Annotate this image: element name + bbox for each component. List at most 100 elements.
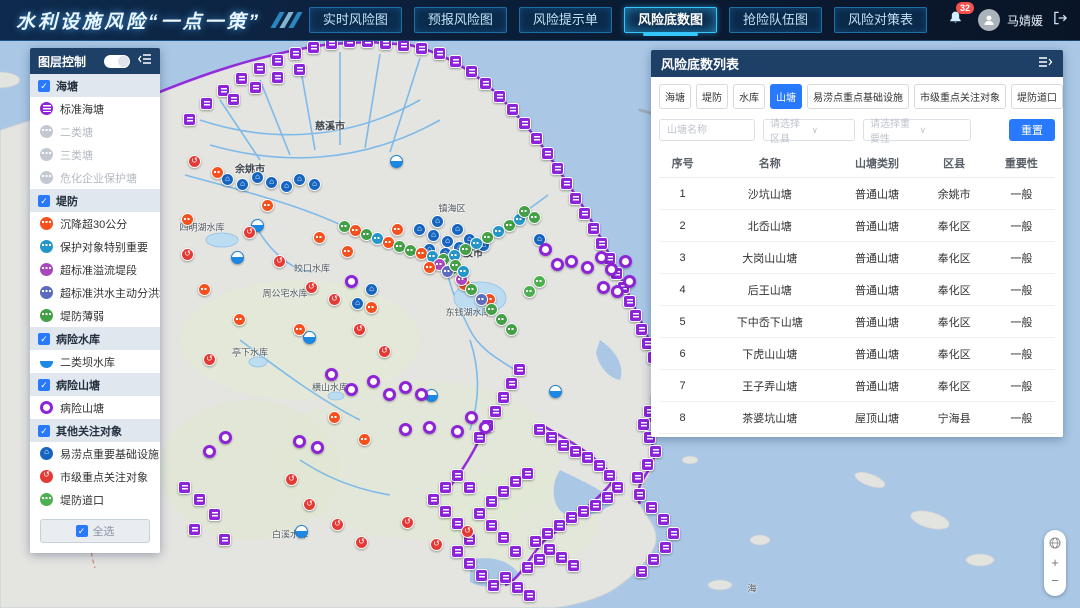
map-marker-pr[interactable] [451, 425, 464, 438]
table-row[interactable]: 2北岙山塘普通山塘奉化区一般 [659, 210, 1055, 242]
map-marker-sw[interactable] [485, 495, 498, 508]
map-marker-sw[interactable] [489, 405, 502, 418]
map-marker-sw[interactable] [473, 507, 486, 520]
map-marker-sw[interactable] [649, 445, 662, 458]
map-marker-sw[interactable] [521, 467, 534, 480]
map-marker-sw[interactable] [271, 71, 284, 84]
checkbox-checked-icon[interactable]: ✓ [38, 379, 50, 391]
map-marker-fp[interactable] [293, 173, 306, 186]
map-marker-sw[interactable] [659, 541, 672, 554]
layer-item-易涝点重要基础设施[interactable]: 易涝点重要基础设施 [30, 442, 160, 465]
map-marker-sw[interactable] [569, 192, 582, 205]
tab-易涝点重点基础设施[interactable]: 易涝点重点基础设施 [807, 84, 909, 109]
map-marker-cf[interactable] [355, 536, 368, 549]
map-marker-pr[interactable] [595, 251, 608, 264]
zoom-in-button[interactable]: + [1047, 554, 1063, 572]
layer-item-市级重点关注对象[interactable]: 市级重点关注对象 [30, 465, 160, 488]
map-marker-sw[interactable] [439, 505, 452, 518]
layer-item-二类坝水库[interactable]: 二类坝水库 [30, 350, 160, 373]
map-marker-pr[interactable] [597, 281, 610, 294]
checkbox-checked-icon[interactable]: ✓ [38, 425, 50, 437]
map-marker-sw[interactable] [641, 458, 654, 471]
map-marker-os[interactable] [181, 213, 194, 226]
map-marker-sw[interactable] [631, 471, 644, 484]
map-marker-cf[interactable] [353, 323, 366, 336]
map-marker-cf[interactable] [331, 518, 344, 531]
nav-button-实时风险图[interactable]: 实时风险图 [309, 7, 402, 33]
nav-button-风险底数图[interactable]: 风险底数图 [624, 7, 717, 33]
map-marker-sw[interactable] [293, 63, 306, 76]
map-marker-cf[interactable] [430, 538, 443, 551]
map-marker-sw[interactable] [178, 481, 191, 494]
map-marker-pr[interactable] [345, 383, 358, 396]
map-marker-pr[interactable] [611, 285, 624, 298]
layer-item-超标准溢流堤段[interactable]: 超标准溢流堤段 [30, 258, 160, 281]
map-locate-icon[interactable] [1047, 536, 1063, 554]
map-marker-fp[interactable] [351, 297, 364, 310]
map-marker-sw[interactable] [183, 113, 196, 126]
layer-item-三类塘[interactable]: 三类塘 [30, 143, 160, 166]
map-marker-sw[interactable] [433, 47, 446, 60]
map-marker-sw[interactable] [521, 561, 534, 574]
layer-item-标准海塘[interactable]: 标准海塘 [30, 97, 160, 120]
map-marker-sw[interactable] [667, 527, 680, 540]
nav-button-风险提示单[interactable]: 风险提示单 [519, 7, 612, 33]
map-marker-sw[interactable] [635, 565, 648, 578]
map-marker-pr[interactable] [219, 431, 232, 444]
map-marker-sw[interactable] [497, 391, 510, 404]
map-marker-sw[interactable] [463, 481, 476, 494]
tab-水库[interactable]: 水库 [733, 84, 765, 109]
layer-item-危化企业保护塘[interactable]: 危化企业保护塘 [30, 166, 160, 189]
map-marker-sw[interactable] [505, 377, 518, 390]
map-marker-pr[interactable] [623, 275, 636, 288]
map-marker-fp[interactable] [251, 171, 264, 184]
map-marker-sw[interactable] [188, 523, 201, 536]
map-marker-pr[interactable] [399, 423, 412, 436]
map-marker-sw[interactable] [499, 571, 512, 584]
map-marker-cf[interactable] [305, 281, 318, 294]
map-marker-sw[interactable] [227, 93, 240, 106]
layer-item-病险山塘[interactable]: 病险山塘 [30, 396, 160, 419]
map-marker-fp[interactable] [308, 178, 321, 191]
map-marker-sw[interactable] [577, 505, 590, 518]
map-marker-pr[interactable] [539, 243, 552, 256]
map-marker-sw[interactable] [249, 81, 262, 94]
map-marker-sw[interactable] [529, 535, 542, 548]
map-marker-sw[interactable] [497, 531, 510, 544]
layer-item-二类塘[interactable]: 二类塘 [30, 120, 160, 143]
map-marker-pr[interactable] [605, 263, 618, 276]
logout-icon[interactable] [1053, 11, 1068, 30]
map-marker-sw[interactable] [635, 323, 648, 336]
table-row[interactable]: 7王子弄山塘普通山塘奉化区一般 [659, 370, 1055, 402]
collapse-left-icon[interactable] [138, 52, 152, 70]
map-marker-sw[interactable] [647, 553, 660, 566]
table-row[interactable]: 3大岗山山塘普通山塘奉化区一般 [659, 242, 1055, 274]
map-marker-gg[interactable] [523, 285, 536, 298]
table-row[interactable]: 6下虎山山塘普通山塘奉化区一般 [659, 338, 1055, 370]
map-marker-cf[interactable] [461, 525, 474, 538]
map-marker-rv[interactable] [549, 385, 562, 398]
map-marker-sw[interactable] [530, 132, 543, 145]
map-marker-sw[interactable] [475, 569, 488, 582]
map-marker-sw[interactable] [218, 533, 231, 546]
map-marker-sw[interactable] [645, 501, 658, 514]
map-marker-cf[interactable] [285, 473, 298, 486]
map-marker-fp[interactable] [427, 229, 440, 242]
map-marker-pr[interactable] [565, 255, 578, 268]
zoom-out-button[interactable]: − [1047, 572, 1063, 590]
layer-toggle-switch[interactable] [104, 55, 130, 68]
tab-海塘[interactable]: 海塘 [659, 84, 691, 109]
map-marker-os[interactable] [365, 301, 378, 314]
map-marker-os[interactable] [328, 411, 341, 424]
map-marker-pr[interactable] [325, 368, 338, 381]
map-marker-pr[interactable] [311, 441, 324, 454]
map-marker-sw[interactable] [379, 40, 392, 50]
map-marker-sw[interactable] [633, 488, 646, 501]
map-marker-sw[interactable] [200, 97, 213, 110]
table-row[interactable]: 8茶婆坑山塘屋顶山塘宁海县一般 [659, 402, 1055, 434]
map-marker-cf[interactable] [203, 353, 216, 366]
map-marker-fp[interactable] [236, 178, 249, 191]
layer-section-病险水库[interactable]: ✓病险水库 [30, 327, 160, 350]
map-marker-sw[interactable] [589, 499, 602, 512]
pond-name-input[interactable] [659, 119, 755, 141]
